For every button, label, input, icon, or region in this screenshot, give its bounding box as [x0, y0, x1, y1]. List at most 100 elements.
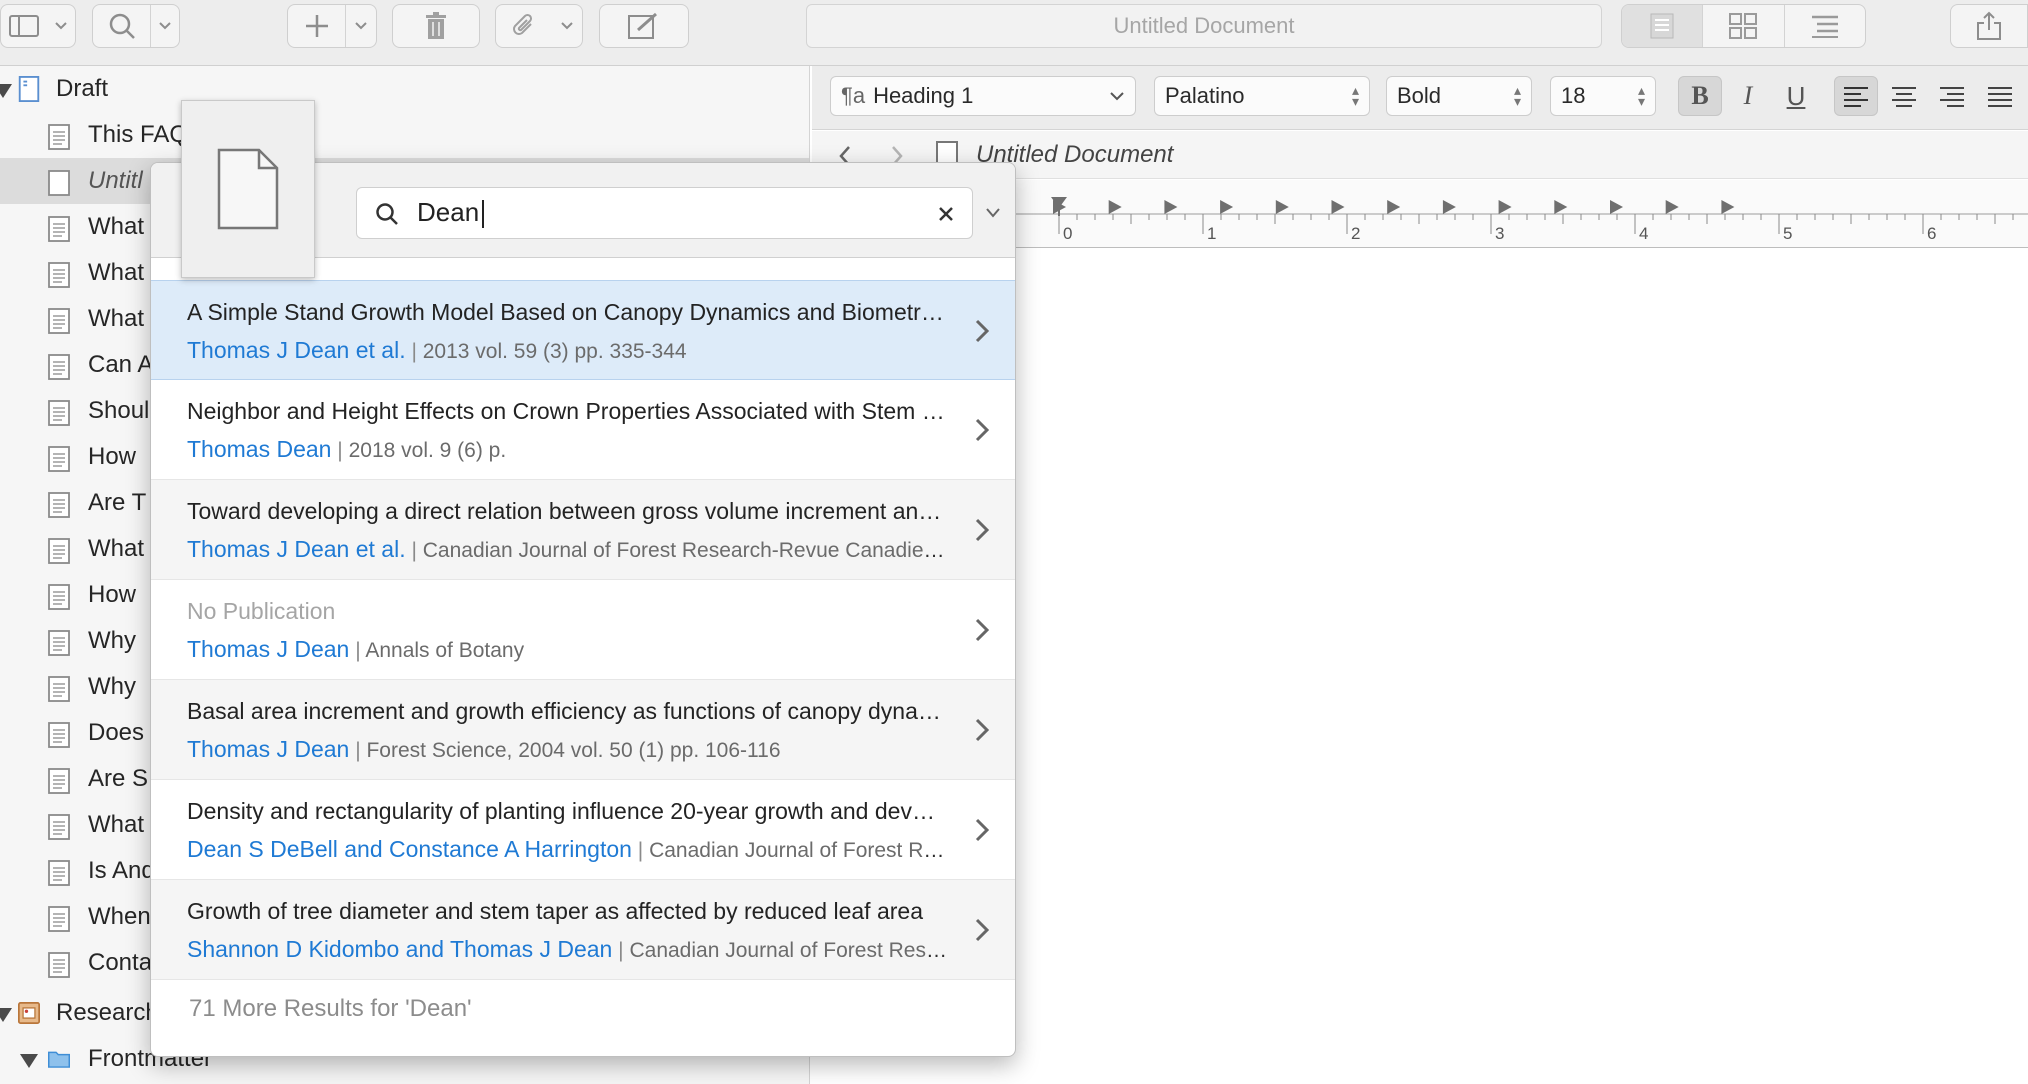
binder-item-label: Are T [88, 489, 147, 516]
attachment-icon [496, 5, 552, 47]
result-title: Toward developing a direct relation betw… [187, 498, 947, 524]
result-source: Canadian Journal of Forest Research [629, 939, 947, 962]
font-weight-select[interactable]: Bold ▴ ▾ [1386, 76, 1532, 116]
result-title: Density and rectangularity of planting i… [187, 798, 947, 824]
document-icon [48, 308, 70, 334]
chevron-right-icon[interactable] [971, 317, 993, 345]
search-result-row[interactable]: Density and rectangularity of planting i… [151, 780, 1015, 880]
binder-item-label: Why [88, 627, 136, 654]
align-right-icon [1940, 87, 1964, 107]
result-title: Neighbor and Height Effects on Crown Pro… [187, 398, 947, 424]
search-result-row[interactable]: Growth of tree diameter and stem taper a… [151, 880, 1015, 980]
binder-item-label: What [88, 213, 145, 240]
disclosure-triangle-icon[interactable] [0, 1008, 12, 1022]
chevron-down-icon [552, 5, 582, 47]
search-button[interactable] [92, 4, 180, 48]
chevron-right-icon[interactable] [971, 816, 993, 844]
chevron-right-icon[interactable] [971, 916, 993, 944]
align-center-button[interactable] [1882, 76, 1926, 116]
document-title-field[interactable]: Untitled Document [806, 4, 1602, 48]
document-icon [48, 814, 70, 840]
clear-icon[interactable] [938, 206, 954, 222]
italic-button[interactable]: I [1726, 76, 1770, 116]
underline-button[interactable]: U [1774, 76, 1818, 116]
paragraph-style-select[interactable]: ¶a Heading 1 [830, 76, 1136, 116]
bold-button[interactable]: B [1678, 76, 1722, 116]
delete-button[interactable] [392, 4, 480, 48]
document-icon [48, 722, 70, 748]
research-folder-icon [18, 1002, 40, 1024]
attachment-button[interactable] [495, 4, 583, 48]
font-size-select[interactable]: 18 ▴ ▾ [1550, 76, 1656, 116]
binder-item-label: Does [88, 719, 145, 746]
sidebar-toggle-button[interactable] [0, 4, 76, 48]
main-toolbar: Untitled Document [0, 0, 2028, 66]
ruler-number: 0 [1063, 224, 1073, 243]
chevron-down-icon [47, 5, 75, 47]
compose-button[interactable] [599, 4, 689, 48]
document-icon [48, 860, 70, 886]
result-authors: Thomas J Dean [187, 736, 350, 762]
justify-button[interactable] [1978, 76, 2022, 116]
document-icon [48, 170, 70, 196]
binder-item-label: When [88, 903, 151, 930]
document-icon [217, 148, 279, 230]
result-meta: Thomas Dean | 2018 vol. 9 (6) p. [187, 436, 947, 463]
search-result-row[interactable]: Neighbor and Height Effects on Crown Pro… [151, 380, 1015, 480]
page-view-button[interactable] [1622, 5, 1704, 47]
result-authors: Thomas J Dean [187, 636, 350, 662]
font-family-value: Palatino [1165, 83, 1245, 108]
ruler-number: 2 [1351, 224, 1361, 243]
add-button[interactable] [287, 4, 377, 48]
document-icon [48, 584, 70, 610]
justify-icon [1988, 87, 2012, 107]
chevron-down-icon[interactable] [985, 207, 1001, 219]
binder-draft-folder[interactable]: Draft [0, 66, 809, 112]
result-authors: Thomas J Dean et al. [187, 337, 406, 363]
search-result-row[interactable]: Basal area increment and growth efficien… [151, 680, 1015, 780]
share-button[interactable] [1950, 4, 2028, 48]
chevron-right-icon[interactable] [971, 716, 993, 744]
binder-item[interactable]: This FAQ [0, 112, 809, 158]
result-title: Basal area increment and growth efficien… [187, 698, 947, 724]
align-left-button[interactable] [1834, 76, 1878, 116]
outline-view-button[interactable] [1785, 5, 1865, 47]
stepper-arrows-icon: ▴ ▾ [1351, 82, 1359, 109]
disclosure-triangle-icon[interactable] [0, 84, 12, 98]
search-result-row[interactable]: Toward developing a direct relation betw… [151, 480, 1015, 580]
align-right-button[interactable] [1930, 76, 1974, 116]
stepper-arrows-icon: ▴ ▾ [1637, 82, 1645, 109]
chevron-right-icon[interactable] [971, 416, 993, 444]
chevron-down-icon [346, 5, 376, 47]
search-icon [93, 5, 150, 47]
result-meta: Dean S DeBell and Constance A Harrington… [187, 836, 947, 863]
ruler-number: 5 [1783, 224, 1793, 243]
chevron-down-icon [151, 5, 179, 47]
chevron-down-icon [1109, 91, 1125, 102]
outline-view-icon [1811, 15, 1838, 38]
result-title: Growth of tree diameter and stem taper a… [187, 898, 923, 924]
document-icon [48, 768, 70, 794]
font-family-select[interactable]: Palatino ▴ ▾ [1154, 76, 1370, 116]
result-separator: | [331, 439, 349, 462]
result-meta: Thomas J Dean | Annals of Botany [187, 636, 947, 663]
page-view-icon [1650, 13, 1674, 39]
search-input[interactable] [417, 197, 897, 228]
font-weight-value: Bold [1397, 83, 1442, 108]
ruler-number: 6 [1927, 224, 1937, 243]
search-result-row[interactable]: No Publication Thomas J Dean | Annals of … [151, 580, 1015, 680]
chevron-right-icon[interactable] [971, 516, 993, 544]
trash-icon [424, 5, 448, 47]
chevron-right-icon[interactable] [971, 616, 993, 644]
more-results-link[interactable]: 71 More Results for 'Dean' [189, 995, 472, 1023]
disclosure-triangle-icon[interactable] [20, 1054, 38, 1068]
binder-item-label: How [88, 443, 137, 470]
grid-view-button[interactable] [1703, 5, 1785, 47]
binder-item-label: Are S [88, 765, 149, 792]
search-field[interactable] [356, 187, 973, 239]
result-authors: Dean S DeBell and Constance A Harrington [187, 836, 632, 862]
paragraph-style-icon: ¶a [841, 83, 866, 108]
search-icon [376, 203, 398, 225]
binder-item-label: Conta [88, 949, 153, 976]
search-result-row[interactable]: A Simple Stand Growth Model Based on Can… [151, 280, 1015, 380]
